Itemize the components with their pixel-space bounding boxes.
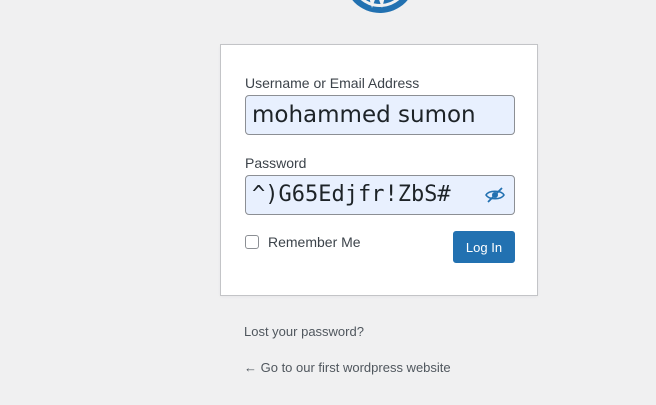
remember-me[interactable]: Remember Me — [245, 233, 361, 251]
lost-password-link[interactable]: Lost your password? — [244, 324, 364, 339]
remember-me-checkbox[interactable] — [245, 235, 259, 249]
back-to-site-link[interactable]: ← Go to our first wordpress website — [244, 360, 451, 375]
username-label: Username or Email Address — [245, 75, 420, 91]
eye-slash-icon[interactable] — [483, 184, 507, 206]
login-form: Username or Email Address mohammed sumon… — [220, 44, 538, 296]
wordpress-logo-icon[interactable] — [341, 0, 419, 18]
username-input[interactable]: mohammed sumon — [245, 95, 515, 135]
password-label: Password — [245, 155, 307, 171]
log-in-button[interactable]: Log In — [453, 231, 515, 263]
password-input[interactable]: ^)G65Edjfr!ZbS# — [245, 175, 515, 215]
remember-me-label: Remember Me — [268, 234, 361, 250]
